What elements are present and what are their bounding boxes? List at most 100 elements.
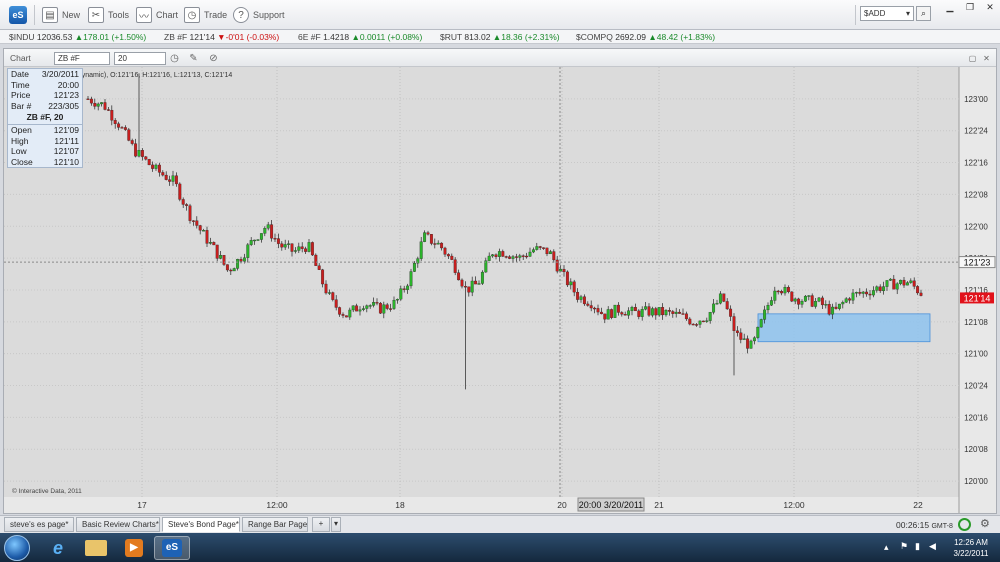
show-hidden-icons-icon[interactable]: ▴ bbox=[884, 542, 889, 553]
start-button-icon[interactable] bbox=[4, 535, 30, 561]
candle-body bbox=[763, 309, 767, 320]
ticker-item[interactable]: 6E #F 1.4218 ▲0.0011 (+0.08%) bbox=[298, 32, 422, 42]
esignal-taskbar-icon[interactable]: eS bbox=[154, 536, 190, 560]
candle-body bbox=[650, 308, 654, 316]
maximize-icon[interactable]: ▢ bbox=[966, 52, 979, 65]
candle-body bbox=[810, 295, 814, 307]
candle-body bbox=[545, 247, 549, 255]
candle-body bbox=[535, 246, 539, 250]
candle-body bbox=[378, 302, 382, 314]
candle-body bbox=[848, 298, 852, 301]
candle-body bbox=[127, 129, 131, 141]
system-clock[interactable]: 12:26 AM 3/22/2011 bbox=[944, 537, 998, 559]
candle-body bbox=[314, 254, 318, 266]
tab-steves-es-page[interactable]: steve's es page* bbox=[4, 517, 74, 532]
candle-body bbox=[909, 280, 913, 283]
media-player-icon[interactable]: ▶ bbox=[116, 536, 152, 560]
ticker-change-value: 178.01 (+1.50%) bbox=[83, 32, 147, 42]
minimize-icon[interactable]: ▁ bbox=[940, 1, 960, 13]
candle-body bbox=[368, 305, 372, 307]
candle-body bbox=[667, 310, 671, 312]
price-chart[interactable]: 123'00122'24122'16122'08122'00121'24121'… bbox=[4, 67, 996, 513]
tab-basic-review-charts[interactable]: Basic Review Charts* bbox=[76, 517, 160, 532]
ticker-item[interactable]: $COMPQ 2692.09 ▲48.42 (+1.83%) bbox=[576, 32, 715, 42]
candle-body bbox=[525, 255, 529, 258]
ticker-item[interactable]: ZB #F 121'14 ▼-0'01 (-0.03%) bbox=[164, 32, 279, 42]
tab-menu-arrow-icon[interactable]: ▾ bbox=[331, 517, 341, 532]
settings-icon[interactable]: ⚙ bbox=[980, 517, 990, 530]
time-tick-label: 17 bbox=[137, 500, 147, 510]
candle-body bbox=[273, 238, 277, 240]
support-button[interactable]: ? Support bbox=[233, 6, 285, 24]
candle-body bbox=[902, 279, 906, 286]
ticker-change-value: 0.0011 (+0.08%) bbox=[359, 32, 423, 42]
candle-body bbox=[678, 311, 682, 314]
close-icon[interactable]: ✕ bbox=[980, 52, 993, 65]
draw-pencil-icon[interactable]: ✎ bbox=[187, 52, 200, 65]
candle-body bbox=[637, 310, 641, 317]
candle-body bbox=[786, 287, 790, 293]
candle-body bbox=[834, 306, 838, 309]
data-row-low: Low 121'07 bbox=[8, 146, 82, 157]
new-button[interactable]: ▤ New bbox=[42, 6, 80, 24]
trade-button[interactable]: ◷ Trade bbox=[184, 6, 227, 24]
restore-icon[interactable]: ❐ bbox=[960, 1, 980, 13]
candle-body bbox=[868, 293, 872, 296]
ticker-change-value: 48.42 (+1.83%) bbox=[656, 32, 716, 42]
tab-steves-bond-page[interactable]: Steve's Bond Page* bbox=[162, 517, 240, 532]
candle-body bbox=[86, 98, 90, 101]
volume-icon[interactable]: ◀ bbox=[929, 541, 936, 552]
candle-body bbox=[89, 98, 93, 104]
candle-body bbox=[824, 304, 828, 306]
high-value: 121'11 bbox=[54, 135, 79, 146]
network-icon[interactable]: ▮ bbox=[915, 541, 920, 552]
trade-label: Trade bbox=[204, 10, 228, 20]
candle-body bbox=[185, 204, 189, 206]
open-value: 121'09 bbox=[53, 125, 79, 135]
close-icon[interactable]: ✕ bbox=[980, 1, 1000, 13]
action-center-flag-icon[interactable]: ⚑ bbox=[900, 541, 908, 552]
candle-body bbox=[117, 123, 121, 128]
candle-body bbox=[664, 310, 668, 316]
candle-body bbox=[307, 242, 311, 252]
ticker-price: 1.4218 bbox=[323, 32, 350, 42]
chart-window-header: Chart ZB #F 20 ◷ ✎ ⊘ ▢ ✕ bbox=[4, 49, 996, 67]
dropdown-arrow-icon[interactable]: ▾ bbox=[906, 9, 910, 18]
candle-body bbox=[616, 304, 620, 313]
connection-status-icon[interactable] bbox=[958, 518, 971, 531]
interval-select[interactable]: 20 bbox=[114, 52, 166, 65]
clock-icon[interactable]: ◷ bbox=[168, 52, 181, 65]
symbol-select[interactable]: ZB #F bbox=[54, 52, 110, 65]
clock-date: 3/22/2011 bbox=[953, 549, 989, 558]
candle-body bbox=[885, 280, 889, 287]
tab-range-bar-page[interactable]: Range Bar Page bbox=[242, 517, 308, 532]
add-tab-icon[interactable]: + bbox=[312, 517, 330, 532]
candle-body bbox=[878, 286, 882, 292]
candle-body bbox=[470, 280, 474, 293]
cursor-mode-icon[interactable]: ⊘ bbox=[207, 52, 220, 65]
symbol-search-input[interactable]: $ADD ▾ bbox=[860, 6, 914, 21]
series-header: ZB #F, 20 bbox=[26, 112, 64, 122]
candle-body bbox=[735, 330, 739, 333]
price-value: 121'23 bbox=[53, 90, 79, 100]
candle-body bbox=[579, 296, 583, 300]
candle-body bbox=[797, 298, 801, 305]
status-clock: 00:26:15 GMT-8 bbox=[896, 520, 953, 530]
chart-button[interactable]: 〰 Chart bbox=[136, 6, 178, 24]
internet-explorer-icon[interactable]: e bbox=[40, 536, 76, 560]
esignal-logo[interactable]: eS bbox=[9, 6, 27, 24]
file-explorer-icon[interactable] bbox=[78, 536, 114, 560]
highlight-zone[interactable] bbox=[757, 313, 931, 343]
candle-body bbox=[644, 306, 648, 310]
data-row-high: High 121'11 bbox=[8, 136, 82, 147]
time-value: 20:00 bbox=[57, 79, 79, 90]
ticker-item[interactable]: $RUT 813.02 ▲18.36 (+2.31%) bbox=[440, 32, 560, 42]
candle-body bbox=[355, 305, 359, 312]
candle-body bbox=[749, 340, 753, 349]
candle-body bbox=[780, 291, 784, 294]
candle-body bbox=[875, 286, 879, 291]
search-icon[interactable]: ⌕ bbox=[916, 6, 931, 21]
candle-body bbox=[334, 299, 338, 308]
ticker-item[interactable]: $INDU 12036.53 ▲178.01 (+1.50%) bbox=[9, 32, 146, 42]
tools-button[interactable]: ✂ Tools bbox=[88, 6, 129, 24]
